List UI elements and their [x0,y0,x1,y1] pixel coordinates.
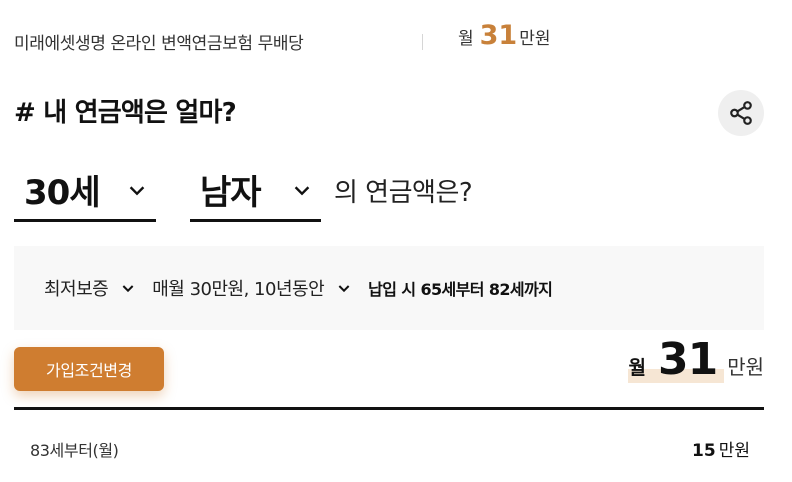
share-button[interactable] [718,90,764,136]
page-title: # 내 연금액은 얼마? [14,98,237,128]
product-name: 미래에셋생명 온라인 변액연금보험 무배당 [14,29,304,58]
amount-prefix: 월 [628,357,646,379]
gender-value: 남자 [200,173,262,213]
age-select[interactable]: 30세 [14,160,156,222]
payment-label: 매월 30만원, 10년동안 [152,279,325,300]
guarantee-label: 최저보증 [44,279,109,300]
change-conditions-button[interactable]: 가입조건변경 [14,347,164,391]
gender-select[interactable]: 남자 [190,160,321,222]
header-divider [422,34,423,50]
condition-bar: 최저보증 매월 30만원, 10년동안 납입 시 65세부터 82세까지 [14,246,764,330]
result-divider [14,407,764,410]
breakdown-amount: 15 만원 [692,436,750,461]
product-title-bar: 미래에셋생명 온라인 변액연금보험 무배당 [14,24,304,58]
amount-unit: 만원 [727,355,764,379]
header-amount-unit: 만원 [519,29,551,49]
payment-select[interactable]: 매월 30만원, 10년동안 [152,275,352,301]
guarantee-select[interactable]: 최저보증 [44,275,136,301]
breakdown-label: 83세부터(월) [30,441,119,460]
selector-suffix: 의 연금액은? [334,178,473,208]
chevron-down-icon [294,185,310,195]
share-icon [730,101,752,125]
payout-period-text: 납입 시 65세부터 82세까지 [368,280,553,299]
breakdown-value: 15 [692,441,716,461]
monthly-pension-amount: 월 31 만원 [628,334,764,385]
header-amount-value: 31 [479,20,518,51]
amount-value: 31 [657,334,718,385]
header-monthly-amount: 월 31 만원 [458,20,551,51]
header-amount-prefix: 월 [458,29,474,49]
list-item: 83세부터(월) 15 만원 [30,436,750,461]
chevron-down-icon [129,185,145,195]
age-value: 30세 [24,173,101,213]
chevron-down-icon [338,285,350,293]
chevron-down-icon [122,285,134,293]
breakdown-unit: 만원 [718,441,750,461]
